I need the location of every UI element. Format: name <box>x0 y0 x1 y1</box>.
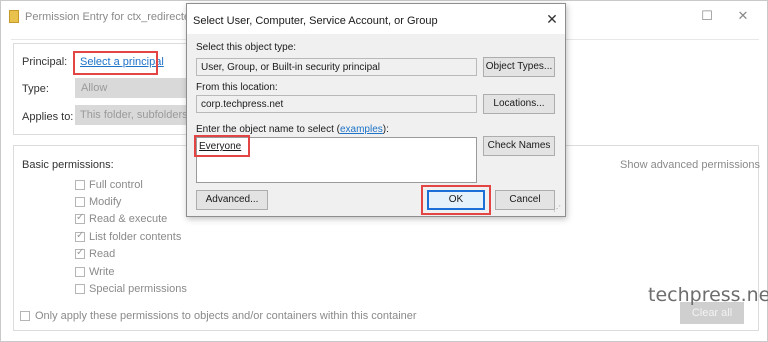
permission-special[interactable]: Special permissions <box>75 282 187 296</box>
resize-grip-icon[interactable]: ⋰ <box>553 204 563 214</box>
advanced-button[interactable]: Advanced... <box>196 190 268 210</box>
special-permissions-checkbox[interactable] <box>75 284 85 294</box>
modify-checkbox[interactable] <box>75 197 85 207</box>
applies-to-label: Applies to: <box>22 111 74 123</box>
principal-highlight-box <box>73 51 158 75</box>
permission-label: Read <box>89 248 116 260</box>
permission-read[interactable]: Read <box>75 247 115 261</box>
permission-label: Full control <box>89 179 143 191</box>
permission-modify[interactable]: Modify <box>75 195 121 209</box>
principal-label: Principal: <box>22 56 68 68</box>
type-label: Type: <box>22 83 49 95</box>
ok-button[interactable]: OK <box>427 190 485 210</box>
list-folder-contents-checkbox[interactable] <box>75 230 85 242</box>
close-icon[interactable]: ✕ <box>543 10 561 28</box>
object-type-label: Select this object type: <box>196 42 297 53</box>
enter-object-name-label: Enter the object name to select (example… <box>196 124 389 135</box>
permission-label: Modify <box>89 196 122 208</box>
applies-to-select[interactable]: This folder, subfolders a <box>75 105 189 125</box>
permission-label: Special permissions <box>89 283 187 295</box>
permission-label: Write <box>89 266 115 278</box>
permission-write[interactable]: Write <box>75 265 114 279</box>
full-control-checkbox[interactable] <box>75 180 85 190</box>
location-label: From this location: <box>196 82 278 93</box>
dialog-title: Select User, Computer, Service Account, … <box>193 15 438 27</box>
permission-read-execute[interactable]: Read & execute <box>75 212 167 226</box>
watermark: techpress.net <box>648 284 768 306</box>
maximize-icon[interactable]: ☐ <box>694 7 720 25</box>
permission-label: Read & execute <box>89 213 168 225</box>
basic-permissions-label: Basic permissions: <box>22 159 114 171</box>
read-checkbox[interactable] <box>75 247 85 259</box>
permission-full-control[interactable]: Full control <box>75 178 143 192</box>
folder-icon <box>9 10 19 23</box>
show-advanced-permissions-link[interactable]: Show advanced permissions <box>620 159 760 171</box>
permission-label: List folder contents <box>89 231 182 243</box>
select-user-dialog: Select User, Computer, Service Account, … <box>186 3 566 217</box>
permission-list-folder-contents[interactable]: List folder contents <box>75 230 181 244</box>
cancel-button[interactable]: Cancel <box>495 190 555 210</box>
object-types-button[interactable]: Object Types... <box>483 57 555 77</box>
location-field: corp.techpress.net <box>196 95 477 113</box>
write-checkbox[interactable] <box>75 267 85 277</box>
read-execute-checkbox[interactable] <box>75 212 85 224</box>
only-apply-option[interactable]: Only apply these permissions to objects … <box>20 310 417 322</box>
only-apply-label: Only apply these permissions to objects … <box>35 310 417 322</box>
object-type-field: User, Group, or Built-in security princi… <box>196 58 477 76</box>
close-icon[interactable]: ✕ <box>730 7 756 25</box>
object-name-highlight-box <box>194 135 250 157</box>
dialog-titlebar: Select User, Computer, Service Account, … <box>187 4 565 34</box>
examples-link[interactable]: examples <box>340 124 383 135</box>
type-select[interactable]: Allow <box>75 78 189 98</box>
window-title: Permission Entry for ctx_redirectedfo <box>25 11 206 23</box>
check-names-button[interactable]: Check Names <box>483 136 555 156</box>
locations-button[interactable]: Locations... <box>483 94 555 114</box>
only-apply-checkbox[interactable] <box>20 311 30 321</box>
